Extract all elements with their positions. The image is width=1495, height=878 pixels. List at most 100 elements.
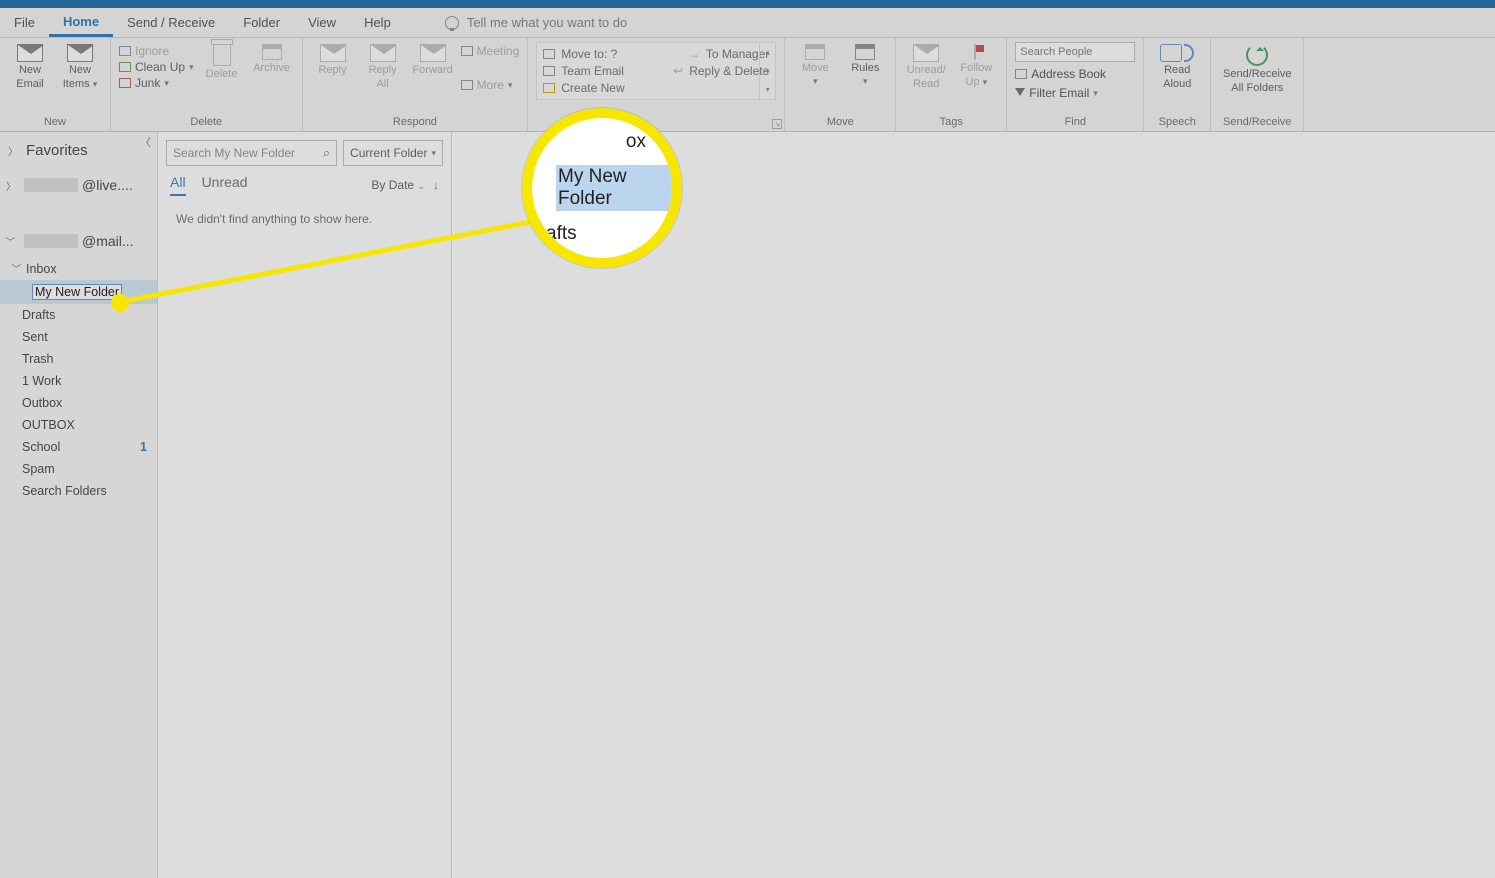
chevron-down-icon: 〉: [10, 264, 25, 274]
archive-icon: [262, 44, 282, 60]
sound-icon: [1184, 44, 1194, 62]
address-book-button[interactable]: Address Book: [1015, 67, 1135, 81]
filter-unread-tab[interactable]: Unread: [202, 174, 248, 196]
account-1[interactable]: 〉@live....: [0, 169, 157, 201]
unread-read-button[interactable]: Unread/Read: [904, 42, 948, 90]
chevron-right-icon: 〉: [6, 178, 16, 193]
group-label-sr: Send/Receive: [1219, 114, 1295, 131]
tell-me-label: Tell me what you want to do: [467, 15, 627, 30]
junk-button[interactable]: Junk▾: [119, 76, 194, 90]
folder-school[interactable]: School1: [0, 436, 157, 458]
collapse-nav-icon[interactable]: 〈: [140, 134, 151, 150]
folder-icon: [805, 44, 825, 60]
new-email-button[interactable]: New Email: [8, 42, 52, 90]
tab-view[interactable]: View: [294, 8, 350, 37]
ignore-button[interactable]: Ignore: [119, 44, 194, 58]
tell-me-search[interactable]: Tell me what you want to do: [445, 15, 627, 30]
envelope-icon: [543, 66, 555, 76]
folder-inbox[interactable]: 〉Inbox: [0, 257, 157, 280]
callout-magnifier: ox My New Folder afts: [522, 108, 682, 268]
send-receive-all-button[interactable]: Send/ReceiveAll Folders: [1219, 42, 1295, 94]
archive-button[interactable]: Archive: [250, 42, 294, 74]
move-button[interactable]: Move▾: [793, 42, 837, 87]
folder-outbox[interactable]: Outbox: [0, 392, 157, 414]
follow-up-button[interactable]: FollowUp ▾: [954, 42, 998, 88]
group-move: Move▾ Rules▾ Move: [785, 38, 896, 131]
tab-folder[interactable]: Folder: [229, 8, 294, 37]
ribbon-tabs: File Home Send / Receive Folder View Hel…: [0, 8, 1495, 38]
group-label-delete: Delete: [119, 114, 294, 131]
ribbon: New Email New Items ▾ New Ignore Clean U…: [0, 38, 1495, 132]
tab-file[interactable]: File: [0, 8, 49, 37]
redacted-text: [24, 234, 78, 248]
callout-line-drafts: afts: [546, 217, 672, 251]
chevron-down-icon: ▾: [93, 79, 98, 89]
group-label-new: New: [8, 114, 102, 131]
new-items-button[interactable]: New Items ▾: [58, 42, 102, 90]
filter-all-tab[interactable]: All: [170, 174, 186, 196]
redacted-text: [24, 178, 78, 192]
filter-email-button[interactable]: Filter Email▾: [1015, 86, 1135, 100]
funnel-icon: [1015, 88, 1025, 98]
reply-all-button[interactable]: ReplyAll: [361, 42, 405, 90]
group-tags: Unread/Read FollowUp ▾ Tags: [896, 38, 1007, 131]
folder-drafts[interactable]: Drafts: [0, 304, 157, 326]
callout-anchor-dot: [111, 294, 129, 312]
account-2[interactable]: 〉@mail...: [0, 225, 157, 257]
group-label-respond: Respond: [311, 114, 520, 131]
title-bar: [0, 0, 1495, 8]
dialog-launcher-icon[interactable]: ↘: [772, 119, 782, 129]
ignore-icon: [119, 46, 131, 56]
page-icon: [1160, 44, 1182, 62]
group-label-move: Move: [793, 114, 887, 131]
search-placeholder: Search My New Folder: [173, 146, 295, 160]
book-icon: [1015, 69, 1027, 79]
favorites-header[interactable]: 〉Favorites: [0, 132, 157, 169]
delete-button[interactable]: Delete: [200, 42, 244, 80]
gallery-scroll[interactable]: ▴▾▾: [759, 43, 775, 99]
group-delete: Ignore Clean Up▾ Junk▾ Delete Archive De…: [111, 38, 303, 131]
forward-icon: [420, 44, 446, 62]
group-new: New Email New Items ▾ New: [0, 38, 111, 131]
folder-search-folders[interactable]: Search Folders: [0, 480, 157, 502]
rules-button[interactable]: Rules▾: [843, 42, 887, 87]
flag-icon: [969, 44, 983, 60]
reply-all-icon: [370, 44, 396, 62]
envelope-icon: [913, 44, 939, 62]
sort-by-button[interactable]: By Date ⌄: [371, 178, 425, 192]
folder-rename-input[interactable]: [32, 284, 122, 300]
search-scope-dropdown[interactable]: Current Folder▾: [343, 140, 443, 166]
message-list-pane: Search My New Folder ⌕ Current Folder▾ A…: [158, 132, 452, 878]
search-current-folder[interactable]: Search My New Folder ⌕: [166, 140, 337, 166]
group-find: Address Book Filter Email▾ Find: [1007, 38, 1144, 131]
folder-trash[interactable]: Trash: [0, 348, 157, 370]
folder-1-work[interactable]: 1 Work: [0, 370, 157, 392]
read-aloud-button[interactable]: ReadAloud: [1152, 42, 1202, 90]
callout-line-new-folder: My New Folder: [546, 159, 672, 217]
tab-help[interactable]: Help: [350, 8, 405, 37]
group-respond: Reply ReplyAll Forward Meeting More▾ Res…: [303, 38, 529, 131]
sort-direction-button[interactable]: ↓: [433, 178, 439, 192]
folder-sent[interactable]: Sent: [0, 326, 157, 348]
envelope-icon: [67, 44, 93, 62]
rules-icon: [855, 44, 875, 60]
forward-button[interactable]: Forward: [411, 42, 455, 76]
search-people-input[interactable]: [1015, 42, 1135, 62]
more-respond-button[interactable]: More▾: [461, 78, 520, 92]
tab-home[interactable]: Home: [49, 8, 113, 37]
chevron-right-icon: 〉: [8, 143, 18, 158]
trash-icon: [213, 44, 231, 66]
cleanup-button[interactable]: Clean Up▾: [119, 60, 194, 74]
tab-send-receive[interactable]: Send / Receive: [113, 8, 229, 37]
folder-nav-pane: 〈 〉Favorites 〉@live.... 〉@mail... 〉Inbox…: [0, 132, 158, 878]
reply-button[interactable]: Reply: [311, 42, 355, 76]
quick-steps-gallery[interactable]: Move to: ?→To Manager Team Email↩Reply &…: [536, 42, 776, 100]
callout-line-inbox: ox: [546, 125, 672, 159]
group-label-find: Find: [1015, 114, 1135, 131]
more-icon: [461, 80, 473, 90]
star-icon: [543, 83, 555, 93]
folder-outbox[interactable]: OUTBOX: [0, 414, 157, 436]
folder-spam[interactable]: Spam: [0, 458, 157, 480]
folder-my-new-folder[interactable]: [0, 280, 157, 304]
meeting-button[interactable]: Meeting: [461, 44, 520, 58]
